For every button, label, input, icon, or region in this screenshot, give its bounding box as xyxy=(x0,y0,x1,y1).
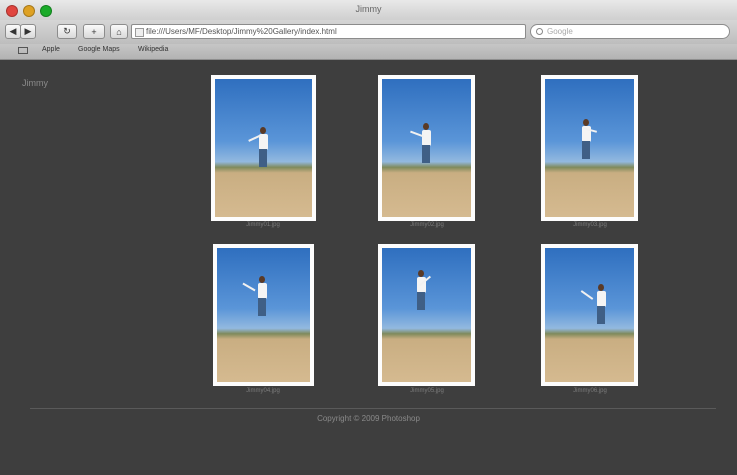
thumbnail-5[interactable] xyxy=(378,244,475,386)
title-bar: Jimmy xyxy=(0,0,737,21)
back-arrow-icon: ◀ xyxy=(9,26,17,36)
caption-6[interactable]: Jimmy06.jpg xyxy=(540,388,640,394)
bookmark-apple[interactable]: Apple xyxy=(42,46,60,53)
forward-button[interactable]: ▶ xyxy=(20,24,36,39)
search-field[interactable]: Google xyxy=(530,24,730,39)
back-button[interactable]: ◀ xyxy=(5,24,21,39)
home-button[interactable]: ⌂ xyxy=(110,24,128,39)
thumbnail-1[interactable] xyxy=(211,75,316,221)
search-placeholder: Google xyxy=(547,27,573,36)
person-figure xyxy=(248,127,273,177)
caption-3[interactable]: Jimmy03.jpg xyxy=(540,222,640,228)
bookmarks-bar: Apple Google Maps Wikipedia xyxy=(0,44,737,60)
reload-icon: ↻ xyxy=(63,26,71,36)
add-bookmark-button[interactable]: + xyxy=(83,24,105,39)
person-figure xyxy=(242,276,273,336)
bookmark-google-maps[interactable]: Google Maps xyxy=(78,46,120,53)
person-figure xyxy=(580,284,612,344)
browser-toolbar: ◀ ▶ ↻ + ⌂ file:///Users/MF/Desktop/Jimmy… xyxy=(0,20,737,44)
copyright-footer: Copyright © 2009 Photoshop xyxy=(317,414,420,423)
caption-1[interactable]: Jimmy01.jpg xyxy=(213,222,313,228)
photo-6 xyxy=(545,248,634,382)
home-icon: ⌂ xyxy=(116,26,122,37)
browser-window: Jimmy ◀ ▶ ↻ + ⌂ file:///Users/MF/Desktop… xyxy=(0,0,737,475)
page-icon xyxy=(135,28,144,37)
thumbnail-2[interactable] xyxy=(378,75,475,221)
reload-button[interactable]: ↻ xyxy=(57,24,77,39)
photo-5 xyxy=(382,248,471,382)
caption-5[interactable]: Jimmy05.jpg xyxy=(377,388,477,394)
person-figure xyxy=(575,119,598,179)
person-figure xyxy=(410,270,432,338)
url-text: file:///Users/MF/Desktop/Jimmy%20Gallery… xyxy=(146,27,337,36)
address-bar[interactable]: file:///Users/MF/Desktop/Jimmy%20Gallery… xyxy=(131,24,526,39)
plus-icon: + xyxy=(91,26,97,37)
gallery-title: Jimmy xyxy=(22,78,48,88)
thumbnail-6[interactable] xyxy=(541,244,638,386)
caption-2[interactable]: Jimmy02.jpg xyxy=(377,222,477,228)
thumbnail-4[interactable] xyxy=(213,244,314,386)
search-icon xyxy=(536,28,543,35)
page-content: Jimmy Jimmy01.jpg Jimmy02.jpg Jimmy03.jp… xyxy=(0,60,737,475)
photo-4 xyxy=(217,248,310,382)
photo-3 xyxy=(545,79,634,217)
photo-2 xyxy=(382,79,471,217)
show-all-bookmarks-icon[interactable] xyxy=(18,47,28,54)
thumbnail-3[interactable] xyxy=(541,75,638,221)
forward-arrow-icon: ▶ xyxy=(24,26,32,36)
bookmark-wikipedia[interactable]: Wikipedia xyxy=(138,46,168,53)
photo-1 xyxy=(215,79,312,217)
person-figure xyxy=(410,123,436,173)
footer-divider xyxy=(30,408,716,409)
caption-4[interactable]: Jimmy04.jpg xyxy=(213,388,313,394)
window-title: Jimmy xyxy=(355,4,382,14)
